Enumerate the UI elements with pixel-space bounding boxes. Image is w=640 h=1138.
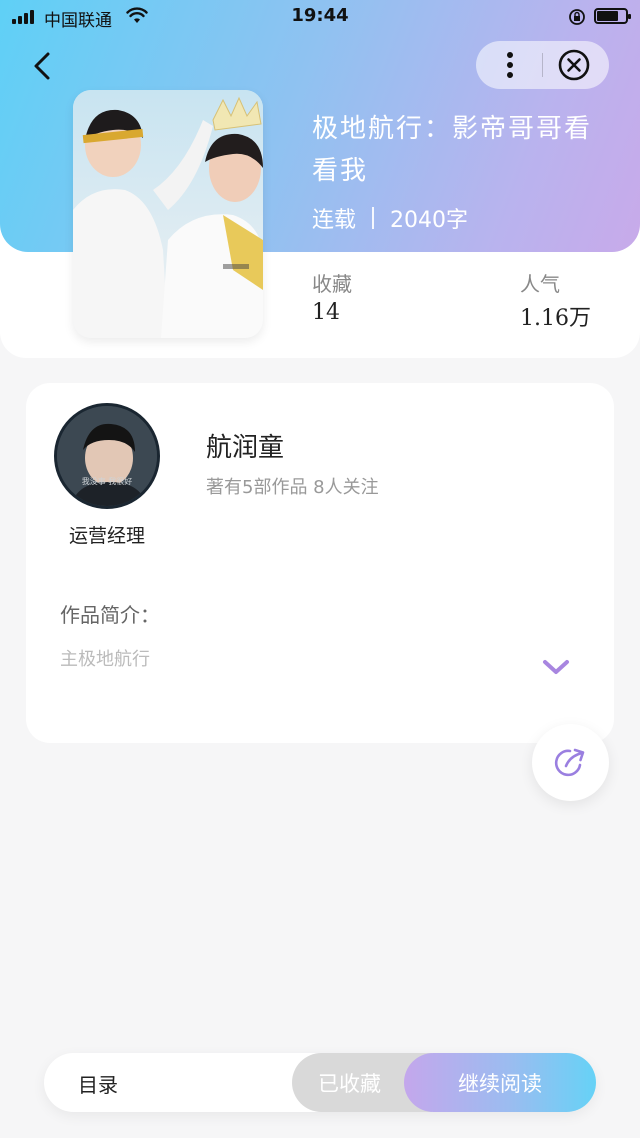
book-title: 极地航行：影帝哥哥看看我: [312, 114, 593, 186]
avatar-illustration: 我没事 我很好: [57, 406, 157, 506]
back-button[interactable]: [26, 46, 62, 86]
close-button[interactable]: [556, 41, 604, 89]
meta-divider: [372, 207, 375, 229]
battery-level: [597, 11, 618, 21]
word-count: 2040字: [390, 208, 469, 233]
mini-program-capsule: [476, 41, 609, 89]
continue-reading-button[interactable]: 继续阅读: [404, 1053, 596, 1112]
rotation-lock-icon: [569, 9, 585, 25]
share-icon: [554, 748, 585, 777]
author-avatar[interactable]: 我没事 我很好: [54, 403, 160, 509]
book-cover-image: [73, 90, 263, 338]
share-button[interactable]: [532, 724, 609, 801]
more-vertical-icon: [507, 52, 513, 78]
popularity-value: 1.16万: [520, 306, 591, 331]
toc-button[interactable]: 目录: [44, 1053, 292, 1112]
toc-label: 目录: [78, 1073, 118, 1097]
intro-label: 作品简介：: [60, 603, 160, 627]
popularity-label: 人气: [520, 272, 560, 296]
capsule-divider: [542, 53, 543, 77]
chevron-left-icon: [34, 52, 50, 80]
battery-icon: [594, 8, 631, 24]
bottom-action-bar: 目录 已收藏 继续阅读: [44, 1053, 596, 1112]
close-circle-icon: [558, 49, 590, 81]
continue-reading-label: 继续阅读: [458, 1072, 542, 1096]
author-name[interactable]: 航润童: [206, 427, 284, 464]
author-role: 运营经理: [68, 525, 145, 547]
cover-illustration: [73, 90, 263, 338]
intro-text: 主极地航行: [60, 649, 150, 670]
author-stats: 著有5部作品 8人关注: [206, 477, 379, 498]
avatar-caption: 我没事 我很好: [82, 476, 133, 486]
clock: 19:44: [291, 5, 349, 26]
book-meta: 连载 2040字: [312, 202, 468, 234]
expand-intro-button[interactable]: [538, 653, 574, 681]
favorites-label: 收藏: [312, 272, 352, 296]
favorited-label: 已收藏: [318, 1072, 381, 1096]
more-button[interactable]: [490, 41, 530, 89]
status-bar: 中国联通 19:44: [0, 0, 640, 34]
serial-status: 连载: [312, 208, 357, 233]
author-card: 我没事 我很好 运营经理 航润童 著有5部作品 8人关注 作品简介： 主极地航行: [26, 383, 614, 743]
chevron-down-icon: [543, 660, 569, 674]
favorites-value: 14: [312, 300, 340, 325]
